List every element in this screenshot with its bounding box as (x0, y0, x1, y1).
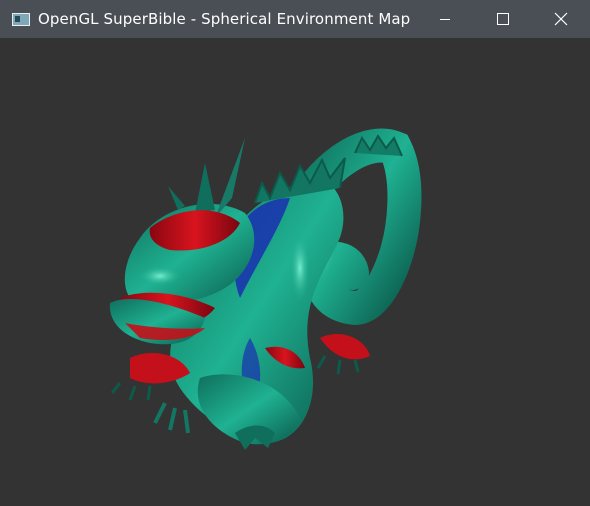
window-controls (416, 0, 590, 38)
maximize-button[interactable] (474, 0, 532, 38)
minimize-button[interactable] (416, 0, 474, 38)
dragon-render (109, 128, 422, 450)
close-icon (554, 12, 568, 26)
app-window-icon (12, 12, 30, 26)
title-bar[interactable]: OpenGL SuperBible - Spherical Environmen… (0, 0, 590, 38)
application-window: OpenGL SuperBible - Spherical Environmen… (0, 0, 590, 506)
dragon-model (109, 128, 422, 450)
minimize-icon (440, 19, 450, 20)
close-button[interactable] (532, 0, 590, 38)
maximize-icon (497, 13, 509, 25)
window-title: OpenGL SuperBible - Spherical Environmen… (38, 10, 411, 28)
opengl-viewport[interactable] (0, 38, 590, 506)
